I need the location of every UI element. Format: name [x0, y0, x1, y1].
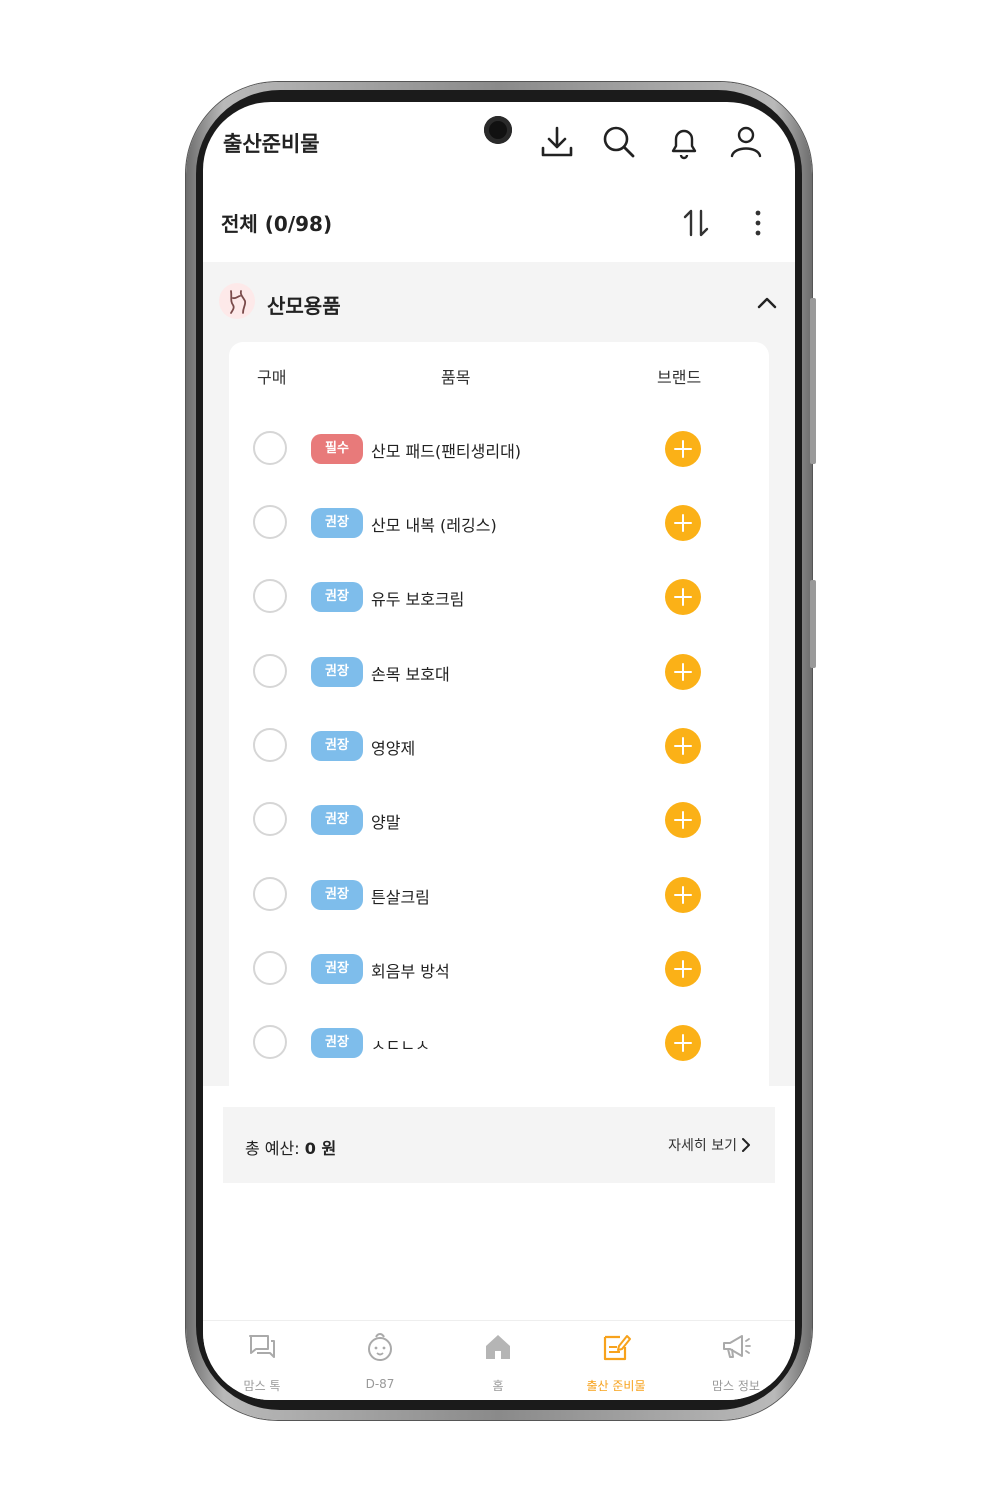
purchase-checkbox[interactable]	[253, 654, 287, 688]
front-camera	[484, 116, 512, 144]
recommended-badge: 권장	[311, 954, 363, 984]
nav-item-d-day[interactable]: D-87	[321, 1321, 439, 1400]
bell-icon[interactable]	[664, 122, 704, 162]
item-name: ㅅㄷㄴㅅ	[371, 1036, 430, 1055]
list-item: 권장 ㅅㄷㄴㅅ	[229, 1008, 769, 1082]
nav-label: 출산 준비물	[586, 1379, 646, 1393]
add-brand-button[interactable]	[665, 505, 701, 541]
column-header-purchase: 구매	[257, 368, 287, 387]
item-name: 회음부 방석	[371, 962, 450, 981]
nav-item-moms-talk[interactable]: 맘스 톡	[203, 1321, 321, 1400]
item-name: 유두 보호크림	[371, 590, 465, 609]
recommended-badge: 권장	[311, 731, 363, 761]
view-details-link[interactable]: 자세히 보기	[668, 1135, 737, 1155]
purchase-checkbox[interactable]	[253, 505, 287, 539]
budget-label-text: 총 예산:	[245, 1139, 300, 1158]
download-icon[interactable]	[537, 122, 577, 162]
pregnant-body-icon	[219, 283, 255, 319]
list-item: 권장 손목 보호대	[229, 637, 769, 711]
recommended-badge: 권장	[311, 805, 363, 835]
side-button	[810, 580, 816, 668]
budget-summary: 총 예산: 0 원 자세히 보기	[223, 1107, 775, 1183]
side-button	[810, 298, 816, 464]
purchase-checkbox[interactable]	[253, 877, 287, 911]
chevron-up-icon[interactable]	[754, 290, 780, 316]
nav-item-home[interactable]: 홈	[439, 1321, 557, 1400]
add-brand-button[interactable]	[665, 877, 701, 913]
budget-label: 총 예산: 0 원	[245, 1135, 336, 1159]
category-title: 산모용품	[267, 294, 341, 318]
chat-icon	[249, 1335, 275, 1358]
list-item: 필수 산모 패드(팬티생리대)	[229, 414, 769, 488]
item-name: 튼살크림	[371, 888, 430, 907]
purchase-checkbox[interactable]	[253, 1025, 287, 1059]
bottom-navigation: 맘스 톡 D-87 홈 출산 준비물 맘스 정보	[203, 1320, 795, 1400]
app-title: 출산준비물	[223, 132, 320, 156]
add-brand-button[interactable]	[665, 579, 701, 615]
budget-value: 0 원	[304, 1139, 337, 1158]
recommended-badge: 권장	[311, 508, 363, 538]
app-screen: 출산준비물 전체 (0/98) 산모용품 구매 품목 브랜드 필수 산모 패드(…	[203, 102, 795, 1400]
add-brand-button[interactable]	[665, 1025, 701, 1061]
purchase-checkbox[interactable]	[253, 728, 287, 762]
item-name: 산모 패드(팬티생리대)	[371, 442, 522, 461]
megaphone-icon	[723, 1335, 751, 1358]
item-name: 양말	[371, 813, 401, 832]
purchase-checkbox[interactable]	[253, 951, 287, 985]
purchase-checkbox[interactable]	[253, 431, 287, 465]
list-item: 권장 양말	[229, 785, 769, 859]
column-header-brand: 브랜드	[657, 368, 702, 387]
nav-item-birth-supplies[interactable]: 출산 준비물	[557, 1321, 675, 1400]
list-item: 권장 회음부 방석	[229, 934, 769, 1008]
add-brand-button[interactable]	[665, 951, 701, 987]
add-brand-button[interactable]	[665, 654, 701, 690]
recommended-badge: 권장	[311, 880, 363, 910]
add-brand-button[interactable]	[665, 728, 701, 764]
add-brand-button[interactable]	[665, 431, 701, 467]
sort-icon[interactable]	[678, 205, 714, 241]
list-item: 권장 영양제	[229, 711, 769, 785]
recommended-badge: 권장	[311, 657, 363, 687]
search-icon[interactable]	[599, 122, 639, 162]
chevron-right-icon[interactable]	[739, 1137, 753, 1153]
item-name: 손목 보호대	[371, 665, 450, 684]
nav-label: 맘스 톡	[243, 1379, 281, 1393]
purchase-checkbox[interactable]	[253, 579, 287, 613]
list-item: 권장 튼살크림	[229, 860, 769, 934]
home-icon	[486, 1335, 510, 1359]
column-header-item: 품목	[441, 368, 471, 387]
purchase-checkbox[interactable]	[253, 802, 287, 836]
user-icon[interactable]	[726, 122, 766, 162]
nav-label: 홈	[492, 1379, 504, 1393]
list-item: 권장 산모 내복 (레깅스)	[229, 488, 769, 562]
recommended-badge: 권장	[311, 582, 363, 612]
add-brand-button[interactable]	[665, 802, 701, 838]
item-name: 영양제	[371, 739, 416, 758]
top-app-bar: 출산준비물	[203, 102, 795, 194]
nav-label: D-87	[365, 1377, 395, 1391]
essential-badge: 필수	[311, 434, 363, 464]
item-count-label: 전체 (0/98)	[221, 212, 333, 236]
baby-icon	[368, 1333, 392, 1361]
nav-item-moms-info[interactable]: 맘스 정보	[677, 1321, 795, 1400]
list-item: 권장 유두 보호크림	[229, 562, 769, 636]
more-vertical-icon[interactable]	[748, 205, 768, 241]
checklist-icon	[603, 1335, 631, 1361]
nav-label: 맘스 정보	[712, 1379, 760, 1393]
item-name: 산모 내복 (레깅스)	[371, 516, 497, 535]
recommended-badge: 권장	[311, 1028, 363, 1058]
